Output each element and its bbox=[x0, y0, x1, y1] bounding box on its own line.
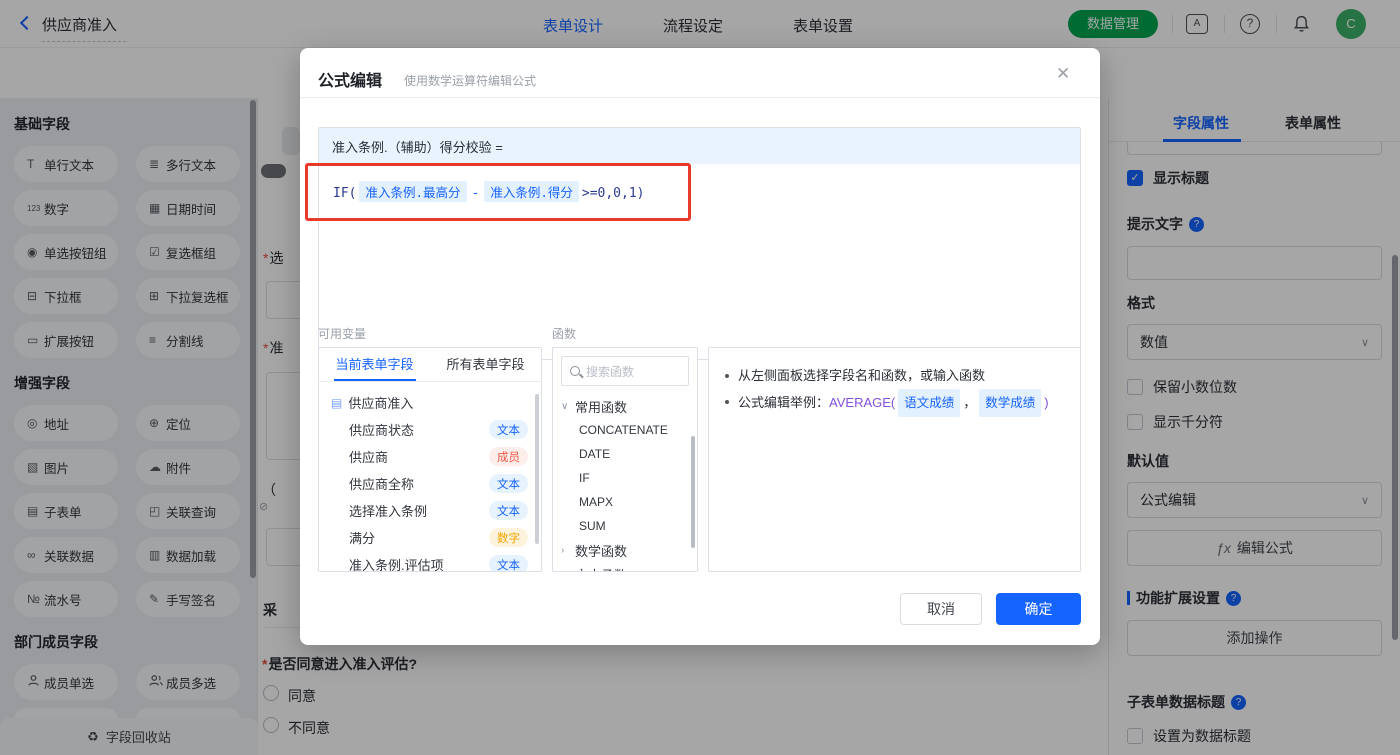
tab-current-form-fields[interactable]: 当前表单字段 bbox=[319, 348, 430, 381]
formula-edit-modal: 公式编辑 使用数学运算符编辑公式 ✕ 准入条例.（辅助）得分校验 = IF(准入… bbox=[300, 48, 1100, 645]
formula-operator: - bbox=[471, 186, 480, 201]
bullet bbox=[725, 400, 729, 404]
variables-tabs: 当前表单字段 所有表单字段 bbox=[319, 348, 541, 382]
variables-tree: ▤ 供应商准入 供应商状态 文本 供应商 成员 供应商全称 文本 选择准入条例 文本 满分… bbox=[319, 382, 541, 571]
app: 供应商准入 表单设计 流程设定 表单设置 数据管理 A ? C ⊘表单外链 ⊡后… bbox=[0, 0, 1400, 755]
formula-func: IF( bbox=[333, 186, 357, 201]
chevron-down-icon: ∨ bbox=[561, 400, 569, 412]
tab-all-form-fields[interactable]: 所有表单字段 bbox=[430, 348, 541, 381]
function-group-text[interactable]: ›文本函数 bbox=[553, 562, 697, 572]
type-badge: 文本 bbox=[489, 474, 528, 493]
function-search[interactable]: 搜索函数 bbox=[561, 356, 689, 386]
example-func: AVERAGE( bbox=[829, 395, 896, 410]
tree-root[interactable]: ▤ 供应商准入 bbox=[319, 389, 541, 416]
type-badge: 数字 bbox=[489, 528, 528, 547]
tree-field[interactable]: 准入条例.评估项 文本 bbox=[319, 551, 541, 571]
form-doc-icon: ▤ bbox=[331, 395, 343, 410]
tree-field[interactable]: 供应商状态 文本 bbox=[319, 416, 541, 443]
type-badge: 成员 bbox=[489, 447, 528, 466]
function-item[interactable]: CONCATENATE bbox=[553, 418, 697, 442]
help-line-2: 公式编辑举例：AVERAGE(语文成绩，数学成绩) bbox=[723, 389, 1066, 417]
modal-header-divider bbox=[300, 97, 1100, 98]
modal-title: 公式编辑 bbox=[318, 73, 383, 90]
functions-label: 函数 bbox=[552, 327, 577, 341]
tree-field[interactable]: 选择准入条例 文本 bbox=[319, 497, 541, 524]
tree-field[interactable]: 供应商全称 文本 bbox=[319, 470, 541, 497]
function-group-common[interactable]: ∨ 常用函数 bbox=[553, 394, 697, 418]
function-item[interactable]: DATE bbox=[553, 442, 697, 466]
formula-field-token: 准入条例.得分 bbox=[484, 181, 579, 202]
help-line-1: 从左侧面板选择字段名和函数，或输入函数 bbox=[723, 363, 1066, 389]
function-item[interactable]: IF bbox=[553, 466, 697, 490]
example-field-token: 数学成绩 bbox=[979, 389, 1042, 417]
modal-subtitle: 使用数学运算符编辑公式 bbox=[404, 74, 537, 88]
variables-panel: 当前表单字段 所有表单字段 ▤ 供应商准入 供应商状态 文本 供应商 成员 供应商全称… bbox=[318, 347, 542, 572]
type-badge: 文本 bbox=[489, 555, 528, 571]
formula-editor[interactable]: 准入条例.（辅助）得分校验 = IF(准入条例.最高分 - 准入条例.得分 >=0,0… bbox=[318, 127, 1081, 360]
function-group-math[interactable]: › 数学函数 bbox=[553, 538, 697, 562]
close-icon[interactable]: ✕ bbox=[1056, 64, 1070, 84]
formula-tail: >=0,0,1) bbox=[581, 186, 645, 201]
formula-expression[interactable]: IF(准入条例.最高分 - 准入条例.得分 >=0,0,1) bbox=[319, 164, 1080, 202]
type-badge: 文本 bbox=[489, 501, 528, 520]
tree-field[interactable]: 满分 数字 bbox=[319, 524, 541, 551]
help-panel: 从左侧面板选择字段名和函数，或输入函数 公式编辑举例：AVERAGE(语文成绩，… bbox=[708, 347, 1081, 572]
tree-field[interactable]: 供应商 成员 bbox=[319, 443, 541, 470]
formula-field-token: 准入条例.最高分 bbox=[359, 181, 467, 202]
functions-scrollbar[interactable] bbox=[691, 436, 695, 548]
type-badge: 文本 bbox=[489, 420, 528, 439]
chevron-right-icon: › bbox=[561, 569, 575, 572]
function-item[interactable]: MAPX bbox=[553, 490, 697, 514]
variables-label: 可用变量 bbox=[318, 327, 367, 341]
cancel-button[interactable]: 取消 bbox=[900, 593, 982, 625]
chevron-right-icon: › bbox=[561, 544, 565, 556]
bullet bbox=[725, 374, 729, 378]
search-placeholder: 搜索函数 bbox=[586, 364, 635, 379]
confirm-button[interactable]: 确定 bbox=[996, 593, 1081, 625]
variables-scrollbar[interactable] bbox=[535, 394, 539, 544]
example-close-paren: ) bbox=[1044, 395, 1049, 410]
search-icon bbox=[570, 366, 580, 376]
functions-panel: 搜索函数 ∨ 常用函数 CONCATENATE DATE IF MAPX SUM … bbox=[552, 347, 698, 572]
function-item[interactable]: SUM bbox=[553, 514, 697, 538]
example-field-token: 语文成绩 bbox=[898, 389, 961, 417]
formula-target: 准入条例.（辅助）得分校验 = bbox=[319, 128, 1080, 164]
